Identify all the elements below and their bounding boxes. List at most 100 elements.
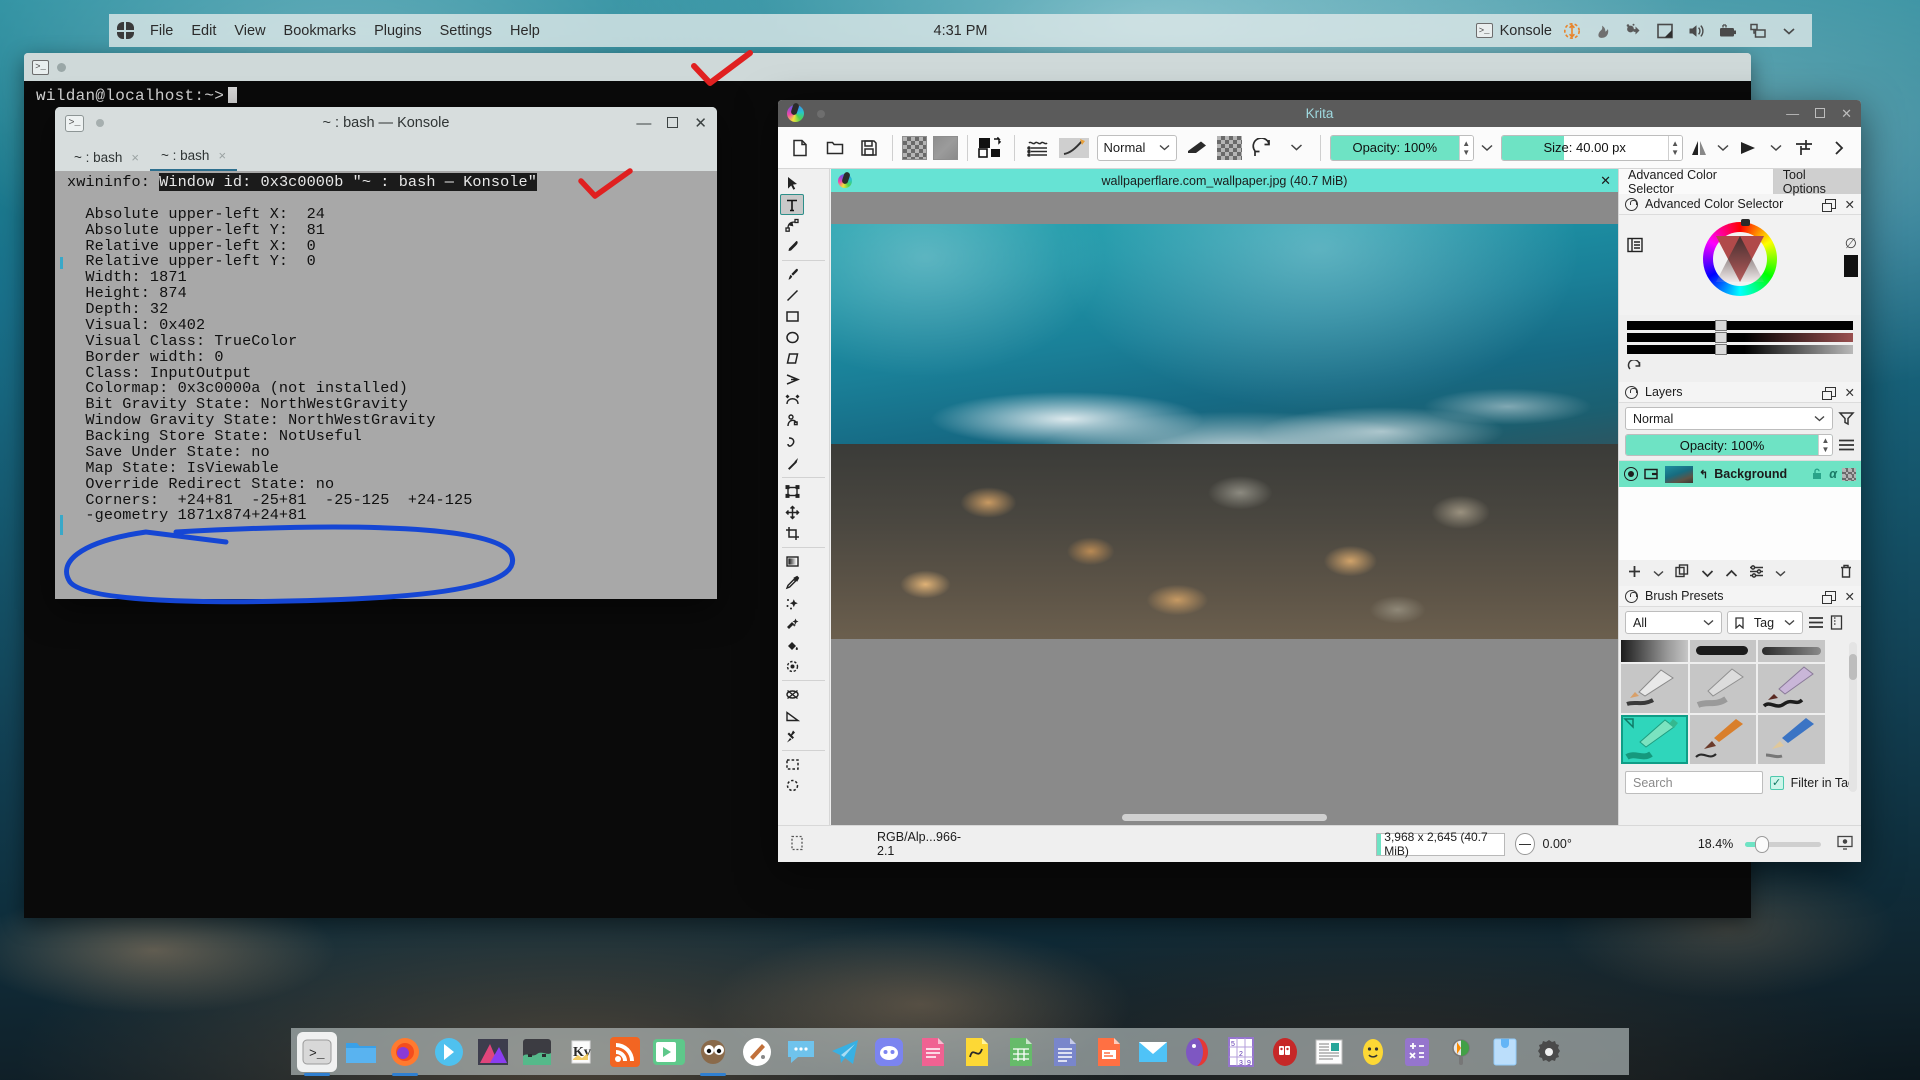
value-bar-3[interactable] [1627,344,1853,355]
gradient-icon[interactable] [780,551,804,572]
tab-advanced-color-selector[interactable]: Advanced Color Selector [1619,168,1774,196]
taskbar-item-video-editor[interactable] [517,1032,557,1072]
taskbar-item-office-writer[interactable] [913,1032,953,1072]
brush-editor-icon[interactable] [1058,133,1090,163]
docker-header-controls[interactable]: ✕ [1821,385,1855,400]
layers-list[interactable]: ↰ Background α [1619,460,1861,560]
rectangular-selection-icon[interactable] [780,754,804,775]
brush-tag-select[interactable]: Tag [1727,611,1803,634]
flame-icon[interactable] [1592,20,1614,42]
layer-lock-alpha-icon[interactable] [1644,467,1659,481]
assistant-edit-icon[interactable] [780,684,804,705]
brush-preset-grid[interactable] [1619,638,1827,766]
chevron-down-icon[interactable] [1775,566,1786,581]
volume-icon[interactable] [1685,20,1707,42]
colorize-mask-icon[interactable] [780,593,804,614]
battery-icon[interactable] [1716,20,1738,42]
close-button[interactable]: ✕ [1841,106,1852,122]
layer-opacity-slider[interactable]: Opacity: 100% ▲ ▼ [1625,434,1833,456]
menu-help[interactable]: Help [501,19,549,43]
tray-konsole-entry[interactable]: >_ Konsole [1475,23,1552,39]
konsole-tabbar[interactable]: ~ : bash × ~ : bash × [55,139,717,171]
float-docker-icon[interactable] [1821,199,1836,212]
edit-shapes-icon[interactable] [780,215,804,236]
konsole-tab-2[interactable]: ~ : bash × [150,144,238,171]
taskbar-item-media-player[interactable] [649,1032,689,1072]
bezier-curve-icon[interactable] [780,390,804,411]
text-icon[interactable] [780,194,804,215]
window-controls[interactable]: — ✕ [636,114,707,133]
canvas-area[interactable] [831,192,1618,825]
taskbar-item-discord[interactable] [869,1032,909,1072]
window-menu-dot[interactable] [57,62,66,72]
layer-properties-icon[interactable] [1749,565,1764,581]
taskbar-item-emoji-app[interactable] [1353,1032,1393,1072]
document-size-badge[interactable]: 3,968 x 2,645 (40.7 MiB) [1376,830,1506,858]
scrollbar-thumb[interactable] [1849,654,1857,680]
layer-lock-icon[interactable] [1811,468,1824,480]
color-selector-settings-icon[interactable] [1627,237,1643,256]
dynamic-brush-icon[interactable] [780,432,804,453]
mirror-horizontal-icon[interactable] [1689,133,1710,163]
network-icon[interactable] [1747,20,1769,42]
chevron-down-icon[interactable] [1778,20,1800,42]
brush-filter-row[interactable]: All Tag [1619,607,1861,638]
menu-view[interactable]: View [225,19,274,43]
close-document-button[interactable]: ✕ [1600,173,1611,189]
taskbar-item-file-manager[interactable] [341,1032,381,1072]
taskbar-item-office-impress[interactable] [1089,1032,1129,1072]
taskbar-item-feed-reader[interactable] [605,1032,645,1072]
window-controls[interactable]: — ✕ [1786,106,1852,122]
close-icon[interactable]: × [131,150,139,165]
brush-preset-cell[interactable] [1758,664,1825,713]
float-docker-icon[interactable] [1821,387,1836,400]
menu-settings[interactable]: Settings [431,19,501,43]
polygon-icon[interactable] [780,348,804,369]
close-docker-icon[interactable]: ✕ [1845,385,1855,400]
krita-main-toolbar[interactable]: Normal Opacity: 100% ▲ ▼ Size: 40.00 px ▲… [778,127,1861,169]
new-file-icon[interactable] [786,133,814,163]
close-docker-icon[interactable]: ✕ [1845,589,1855,604]
no-color-icon[interactable]: ∅ [1845,235,1857,252]
move-icon[interactable] [780,502,804,523]
menu-plugins[interactable]: Plugins [365,19,431,43]
menu-file[interactable]: File [141,19,182,43]
system-tray[interactable]: >_ Konsole [1475,20,1812,42]
taskbar-item-mail-client[interactable] [1133,1032,1173,1072]
layers-header[interactable]: Layers ✕ [1619,382,1861,403]
rectangle-icon[interactable] [780,306,804,327]
minimize-button[interactable]: — [1786,106,1799,122]
application-launcher-button[interactable] [109,14,141,47]
blend-mode-select[interactable]: Normal [1096,134,1177,161]
elliptical-selection-icon[interactable] [780,775,804,796]
brush-preset-cell-selected[interactable] [1621,715,1688,764]
color-wheel[interactable] [1703,222,1777,296]
taskbar-item-telegram[interactable] [825,1032,865,1072]
tab-tool-options[interactable]: Tool Options [1773,168,1861,196]
brush-size-slider[interactable]: Size: 40.00 px ▲ ▼ [1500,134,1683,161]
krita-status-bar[interactable]: RGB/Alp...966-2.1 3,968 x 2,645 (40.7 Mi… [778,825,1861,862]
krita-toolbox[interactable] [778,169,830,825]
open-file-icon[interactable] [820,133,848,163]
canvas-horizontal-scrollbar[interactable] [831,811,1618,825]
brush-preset-cell[interactable] [1621,664,1688,713]
pattern-swatch-icon[interactable] [902,135,927,160]
docker-header-controls[interactable]: ✕ [1821,197,1855,212]
opacity-spinner[interactable]: ▲ ▼ [1458,135,1473,160]
layer-flags[interactable]: α [1811,467,1856,481]
line-icon[interactable] [780,285,804,306]
crop-icon[interactable] [780,523,804,544]
calligraphy-icon[interactable] [780,236,804,257]
value-bar-1[interactable] [1627,320,1853,331]
float-docker-icon[interactable] [1821,591,1836,604]
taskbar-item-settings[interactable] [1529,1032,1569,1072]
maximize-button[interactable] [1815,106,1826,122]
brush-preset-cell[interactable] [1689,715,1757,764]
fill-icon[interactable] [780,635,804,656]
taskbar-item-clipboard-app[interactable] [1485,1032,1525,1072]
docker-header-controls[interactable]: ✕ [1821,589,1855,604]
scrollbar-thumb[interactable] [1122,814,1327,821]
konsole-window[interactable]: >_ ~ : bash — Konsole — ✕ ~ : bash × ~ :… [55,107,717,599]
color-picker-icon[interactable] [780,572,804,593]
taskbar-item-krita-vector[interactable]: Kv [561,1032,601,1072]
